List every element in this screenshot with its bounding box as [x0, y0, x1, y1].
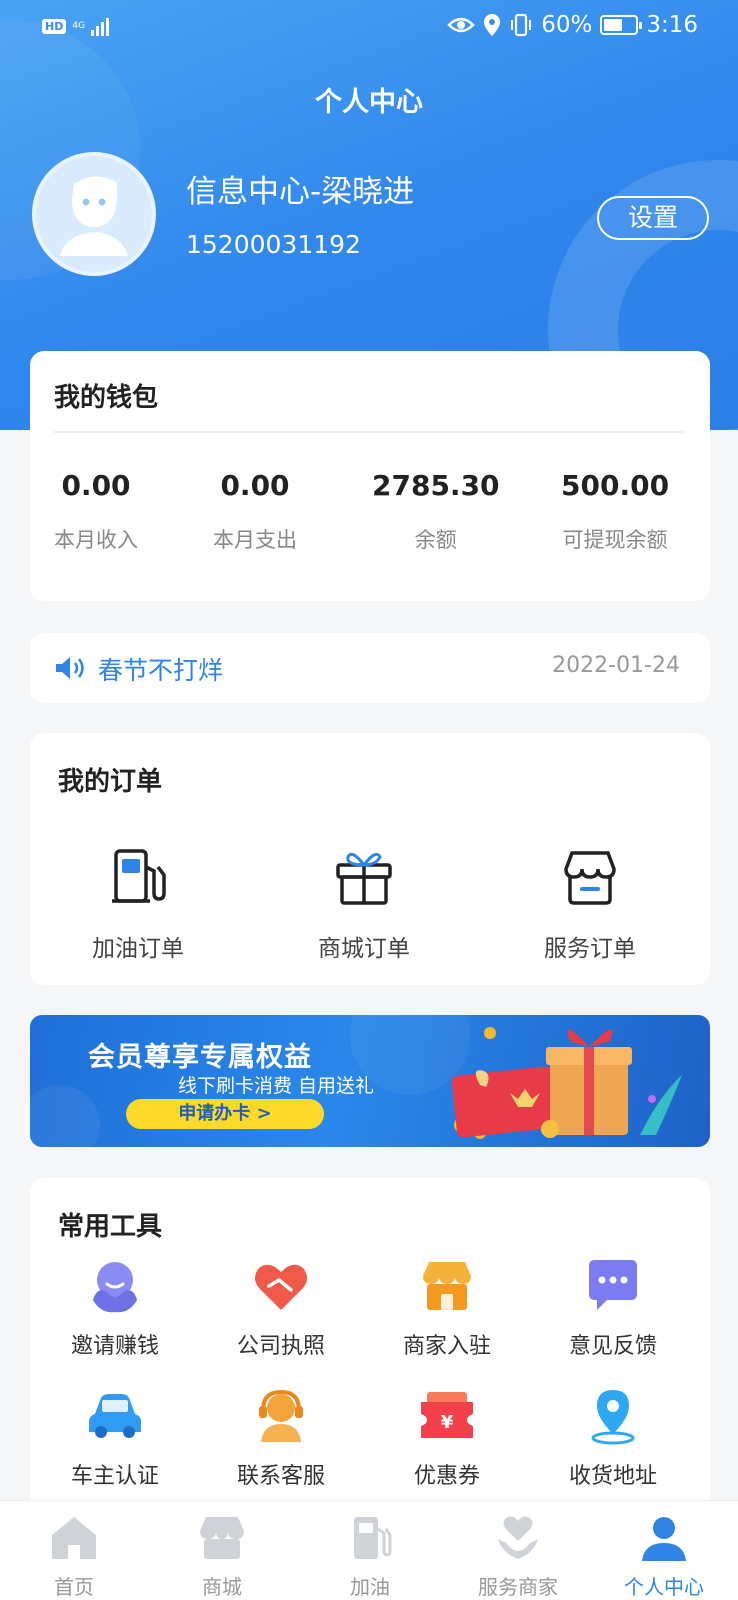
gift-card-illustration — [451, 1027, 682, 1139]
car-icon — [89, 1394, 141, 1438]
stat-label: 可提现余额 — [562, 528, 668, 552]
tool-license[interactable]: 公司执照 — [198, 1256, 364, 1360]
tool-label: 意见反馈 — [568, 1334, 657, 1359]
service-merchant-icon — [498, 1516, 538, 1559]
tool-label: 邀请赚钱 — [70, 1334, 159, 1359]
notice-date: 2022-01-24 — [552, 653, 680, 678]
tool-label: 车主认证 — [70, 1464, 159, 1489]
tool-invite[interactable]: 邀请赚钱 — [32, 1256, 198, 1360]
stat-withdrawable[interactable]: 500.00 可提现余额 — [561, 469, 669, 554]
tab-label: 商城 — [202, 1575, 242, 1599]
location-icon — [591, 1390, 635, 1445]
order-mall[interactable]: 商城订单 — [264, 845, 464, 963]
order-fuel[interactable]: 加油订单 — [38, 845, 238, 963]
order-label: 商城订单 — [318, 936, 410, 962]
order-service[interactable]: 服务订单 — [490, 845, 690, 963]
orders-card: 我的订单 加油订单 商城订单 服务订单 — [30, 733, 710, 985]
battery-fill — [604, 19, 623, 31]
notice-text: 春节不打烊 — [98, 656, 224, 685]
clock-time: 3:16 — [646, 12, 698, 38]
network-type: 4G — [72, 20, 86, 31]
page-title: 个人中心 — [315, 87, 423, 118]
stat-monthly-income[interactable]: 0.00 本月收入 — [54, 469, 138, 554]
tool-coupon[interactable]: ¥ 优惠券 — [364, 1386, 530, 1490]
notice-bar[interactable]: 春节不打烊 2022-01-24 — [30, 633, 710, 703]
speaker-icon — [56, 657, 84, 679]
profile-icon — [642, 1517, 686, 1561]
signal-icon — [91, 16, 110, 36]
tool-label: 优惠券 — [413, 1464, 480, 1489]
handshake-icon — [255, 1264, 307, 1310]
tool-shipping-address[interactable]: 收货地址 — [530, 1386, 696, 1490]
avatar[interactable] — [32, 152, 156, 276]
tool-car-verify[interactable]: 车主认证 — [32, 1386, 198, 1490]
stat-label: 本月支出 — [213, 528, 297, 552]
tools-card: 常用工具 邀请赚钱 公司执照 商家入驻 意见反馈 车主认证 联系客服 ¥ 优惠券… — [30, 1178, 710, 1508]
tool-label: 商家入驻 — [402, 1334, 491, 1359]
home-icon — [52, 1517, 96, 1559]
stat-value: 500.00 — [561, 469, 670, 502]
avatar-placeholder-icon — [60, 176, 128, 256]
feedback-icon — [589, 1260, 637, 1310]
tool-feedback[interactable]: 意见反馈 — [530, 1256, 696, 1360]
banner-subtitle: 线下刷卡消费 自用送礼 — [178, 1075, 375, 1097]
membership-banner[interactable]: 会员尊享专属权益 线下刷卡消费 自用送礼 申请办卡 > — [30, 1015, 710, 1147]
storefront-icon — [564, 851, 616, 905]
tab-label: 个人中心 — [624, 1575, 704, 1599]
profile-phone: 15200031192 — [186, 230, 361, 259]
status-left: HD 4G — [42, 16, 110, 36]
wallet-card: 我的钱包 0.00 本月收入 0.00 本月支出 2785.30 余额 500.… — [30, 351, 710, 601]
mall-icon — [200, 1517, 244, 1559]
tool-label: 收货地址 — [568, 1464, 657, 1489]
svg-text:¥: ¥ — [441, 1412, 454, 1433]
apply-card-button[interactable]: 申请办卡 > — [126, 1099, 324, 1129]
status-bar: HD 4G 60% 3:16 — [0, 0, 738, 56]
stat-label: 余额 — [414, 528, 457, 552]
gift-box-icon — [336, 852, 392, 905]
stat-value: 0.00 — [220, 469, 290, 502]
location-pin-icon — [484, 14, 501, 36]
orders-title: 我的订单 — [58, 767, 163, 797]
status-right: 60% 3:16 — [447, 12, 698, 38]
settings-button[interactable]: 设置 — [597, 196, 709, 240]
tab-fuel[interactable]: 加油 — [296, 1513, 444, 1600]
invite-icon — [93, 1262, 137, 1313]
tab-home[interactable]: 首页 — [0, 1513, 148, 1600]
hd-badge: HD — [42, 18, 67, 34]
eye-icon — [447, 17, 475, 33]
tool-merchant-join[interactable]: 商家入驻 — [364, 1256, 530, 1360]
tool-label: 联系客服 — [236, 1464, 325, 1489]
bottom-tab-bar: 首页 商城 加油 服务商家 个人中心 — [0, 1500, 738, 1600]
tab-label: 服务商家 — [478, 1575, 558, 1599]
tab-service-merchant[interactable]: 服务商家 — [444, 1513, 592, 1600]
vibrate-icon — [511, 13, 532, 37]
stat-monthly-expense[interactable]: 0.00 本月支出 — [213, 469, 297, 554]
battery-percent: 60% — [541, 12, 593, 38]
wallet-title: 我的钱包 — [54, 383, 159, 413]
tool-customer-service[interactable]: 联系客服 — [198, 1386, 364, 1490]
tab-label: 首页 — [54, 1575, 94, 1599]
tab-profile[interactable]: 个人中心 — [590, 1513, 738, 1600]
shop-icon — [423, 1262, 471, 1310]
fuel-icon — [354, 1517, 392, 1559]
tab-mall[interactable]: 商城 — [148, 1513, 296, 1600]
customer-service-icon — [259, 1389, 303, 1442]
coupon-icon: ¥ — [421, 1392, 473, 1438]
tools-title: 常用工具 — [58, 1212, 163, 1242]
battery-icon — [600, 15, 643, 35]
wallet-divider — [54, 431, 686, 433]
tab-label: 加油 — [350, 1575, 390, 1599]
banner-title: 会员尊享专属权益 — [88, 1042, 312, 1073]
stat-label: 本月收入 — [54, 528, 138, 552]
fuel-pump-icon — [112, 849, 166, 903]
stat-value: 0.00 — [61, 469, 131, 502]
stat-value: 2785.30 — [372, 469, 500, 502]
stat-balance[interactable]: 2785.30 余额 — [372, 469, 500, 554]
tool-label: 公司执照 — [236, 1334, 325, 1359]
profile-name: 信息中心-梁晓进 — [186, 174, 415, 210]
order-label: 加油订单 — [92, 936, 184, 962]
order-label: 服务订单 — [544, 936, 636, 962]
